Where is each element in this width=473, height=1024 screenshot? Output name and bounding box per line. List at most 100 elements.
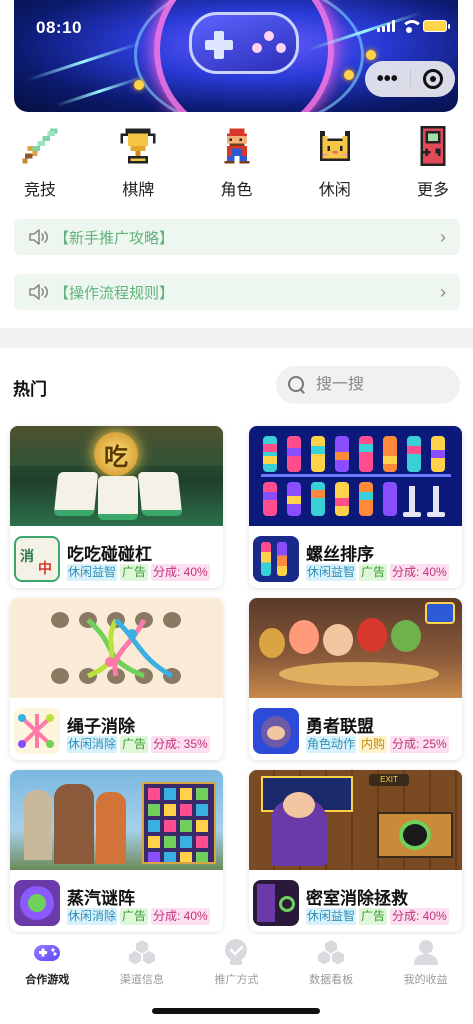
badge-check-icon [225, 939, 248, 965]
coin-decoration [344, 70, 354, 80]
game-icon [14, 880, 60, 926]
monetization-tag: 广告 [120, 908, 149, 925]
search-icon [288, 376, 306, 394]
revenue-share-tag: 分成: 40% [151, 908, 210, 925]
game-tags: 休闲消除 广告 分成: 35% [67, 736, 210, 753]
banner-streak [26, 41, 142, 82]
game-icon [253, 708, 299, 754]
game-card-screw-sort[interactable]: 螺丝排序 休闲益智 广告 分成: 40% [249, 426, 462, 588]
tab-partner-games[interactable]: 合作游戏 [0, 935, 95, 1024]
game-banner-image [10, 598, 223, 698]
category-row: 竞技 棋牌 角色 休闲 更多 [0, 126, 473, 202]
game-card-chichi[interactable]: 吃 消 中 吃吃碰碰杠 休闲益智 广告 分成: 40% [10, 426, 223, 588]
genre-tag: 休闲益智 [67, 564, 117, 581]
monetization-tag: 广告 [120, 564, 149, 581]
game-tags: 休闲消除 广告 分成: 40% [67, 908, 210, 925]
gamepad-illustration [189, 12, 299, 74]
status-time: 08:10 [36, 18, 82, 37]
cubes-icon [318, 940, 345, 965]
tab-label: 我的收益 [403, 974, 448, 986]
game-name: 螺丝排序 [306, 545, 374, 564]
category-item-role[interactable]: 角色 [212, 126, 262, 202]
gamepad-icon [34, 945, 61, 961]
game-icon [253, 880, 299, 926]
game-icon [14, 708, 60, 754]
pixel-gameboy-icon [420, 126, 446, 166]
game-tags: 休闲益智 广告 分成: 40% [67, 564, 210, 581]
game-name: 吃吃碰碰杠 [67, 545, 152, 564]
search-box[interactable] [276, 366, 460, 404]
game-name: 蒸汽谜阵 [67, 889, 135, 908]
game-icon [253, 536, 299, 582]
tab-label: 渠道信息 [119, 974, 164, 986]
notice-process-rules[interactable]: 【操作流程规则】 › [14, 274, 460, 310]
close-miniprogram-button[interactable] [411, 69, 456, 89]
category-label: 休闲 [318, 182, 351, 199]
game-card-rope[interactable]: 绳子消除 休闲消除 广告 分成: 35% [10, 598, 223, 760]
game-tags: 角色动作 内购 分成: 25% [306, 736, 449, 753]
revenue-share-tag: 分成: 25% [390, 736, 449, 753]
tab-label: 数据看板 [309, 974, 354, 986]
monetization-tag: 广告 [359, 908, 388, 925]
game-name: 勇者联盟 [306, 717, 374, 736]
target-icon [422, 69, 443, 89]
tab-label: 合作游戏 [25, 974, 70, 986]
game-banner-image [10, 770, 223, 870]
genre-tag: 角色动作 [306, 736, 356, 753]
game-tags: 休闲益智 广告 分成: 40% [306, 564, 449, 581]
genre-tag: 休闲消除 [67, 908, 117, 925]
game-tags: 休闲益智 广告 分成: 40% [306, 908, 449, 925]
genre-tag: 休闲消除 [67, 736, 117, 753]
category-item-competitive[interactable]: 竞技 [15, 126, 65, 202]
signal-icon [377, 20, 395, 32]
category-item-casual[interactable]: 休闲 [310, 126, 360, 202]
section-divider [0, 328, 473, 348]
game-banner-image [249, 426, 462, 526]
game-banner-image [249, 598, 462, 698]
pixel-character-icon [224, 128, 249, 164]
game-icon: 消 中 [14, 536, 60, 582]
user-icon [413, 940, 438, 965]
chevron-right-icon: › [440, 281, 446, 302]
category-item-board[interactable]: 棋牌 [113, 126, 163, 202]
revenue-share-tag: 分成: 40% [151, 564, 210, 581]
tab-label: 推广方式 [214, 974, 259, 986]
notice-text: 【新手推广攻略】 [54, 229, 175, 247]
chevron-right-icon: › [440, 226, 446, 247]
revenue-share-tag: 分成: 35% [151, 736, 210, 753]
game-card-steam-puzzle[interactable]: 蒸汽谜阵 休闲消除 广告 分成: 40% [10, 770, 223, 932]
game-banner-image: 吃 [10, 426, 223, 526]
revenue-share-tag: 分成: 40% [390, 908, 449, 925]
speaker-icon [29, 284, 49, 300]
category-label: 角色 [220, 182, 253, 199]
game-banner-image: EXIT [249, 770, 462, 870]
category-label: 更多 [416, 182, 449, 199]
category-label: 竞技 [23, 182, 56, 199]
home-indicator [152, 1008, 320, 1014]
search-input[interactable] [316, 376, 446, 394]
banner-streak [55, 76, 143, 107]
miniprogram-capsule: ••• [365, 61, 455, 97]
screw-pegs-illustration [261, 436, 451, 517]
hot-section-title: 热门 [13, 380, 47, 399]
coin-decoration [366, 50, 376, 60]
monetization-tag: 内购 [359, 736, 388, 753]
wifi-icon [401, 20, 423, 33]
category-label: 棋牌 [122, 182, 155, 199]
notice-text: 【操作流程规则】 [54, 284, 175, 302]
game-card-hero-league[interactable]: 勇者联盟 角色动作 内购 分成: 25% [249, 598, 462, 760]
tab-my-earnings[interactable]: 我的收益 [378, 935, 473, 1024]
pixel-cat-icon [319, 131, 350, 161]
speaker-icon [29, 229, 49, 245]
status-icons [377, 20, 450, 33]
monetization-tag: 广告 [120, 736, 149, 753]
genre-tag: 休闲益智 [306, 564, 356, 581]
more-menu-icon[interactable]: ••• [365, 69, 410, 89]
revenue-share-tag: 分成: 40% [390, 564, 449, 581]
category-item-more[interactable]: 更多 [408, 126, 458, 202]
genre-tag: 休闲益智 [306, 908, 356, 925]
pixel-trophy-icon [120, 128, 156, 164]
notice-beginner-guide[interactable]: 【新手推广攻略】 › [14, 219, 460, 255]
game-card-escape-room[interactable]: EXIT 密室消除拯救 休闲益智 广告 分成: 40% [249, 770, 462, 932]
rope-knots-illustration [51, 612, 181, 684]
